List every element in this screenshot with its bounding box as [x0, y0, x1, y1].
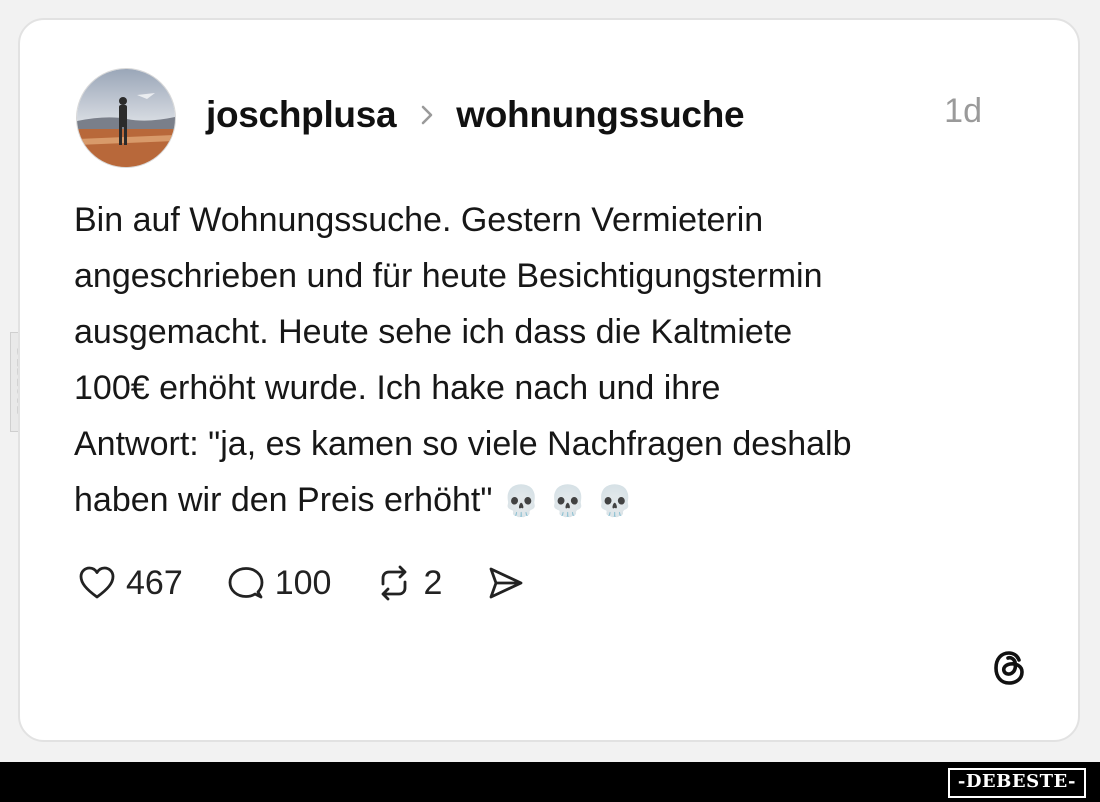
post-text-line: Antwort: "ja, es kamen so viele Nachfrag…: [74, 425, 852, 463]
username-link[interactable]: joschplusa: [206, 94, 397, 136]
comment-bubble-icon: [228, 567, 264, 599]
comment-button[interactable]: 100: [225, 562, 332, 604]
like-button[interactable]: 467: [76, 562, 183, 604]
post-text-line: 100€ erhöht wurde. Ich hake nach und ihr…: [74, 369, 721, 407]
skull-emoji: 💀 💀 💀: [502, 484, 634, 519]
like-count: 467: [126, 563, 183, 602]
post-text-line: Bin auf Wohnungssuche. Gestern Vermieter…: [74, 201, 764, 239]
repost-icon: [382, 565, 407, 601]
comment-count: 100: [274, 563, 332, 602]
post-text-last-line: haben wir den Preis erhöht" 💀 💀 💀: [74, 472, 1034, 530]
watermark-bar: -DEBESTE-: [0, 762, 1100, 802]
post-timestamp: 1d: [944, 92, 982, 130]
post-body: Bin auf Wohnungssuche. Gestern Vermieter…: [74, 192, 1034, 530]
share-button[interactable]: [484, 562, 534, 604]
heart-icon: [79, 566, 115, 599]
author-line: joschplusa wohnungssuche: [206, 90, 745, 140]
threads-logo-icon: [994, 651, 1024, 685]
send-icon: [489, 567, 523, 599]
repost-button[interactable]: 2: [373, 562, 442, 604]
post-text-line: haben wir den Preis erhöht": [74, 481, 493, 519]
screenshot-stage: DEBESTE: [0, 0, 1100, 802]
avatar[interactable]: [76, 68, 176, 168]
topic-link[interactable]: wohnungssuche: [456, 94, 744, 136]
post-text-line: angeschrieben und für heute Besichtigung…: [74, 257, 823, 295]
avatar-image: [77, 69, 175, 167]
chevron-right-icon: [421, 105, 433, 125]
post-card: joschplusa wohnungssuche 1d Bin auf Wohn…: [18, 18, 1080, 742]
repost-count: 2: [423, 563, 443, 602]
post-text-line: ausgemacht. Heute sehe ich dass die Kalt…: [74, 313, 793, 351]
action-bar: 467 100 2: [76, 558, 576, 608]
watermark-logo: -DEBESTE-: [947, 768, 1086, 798]
